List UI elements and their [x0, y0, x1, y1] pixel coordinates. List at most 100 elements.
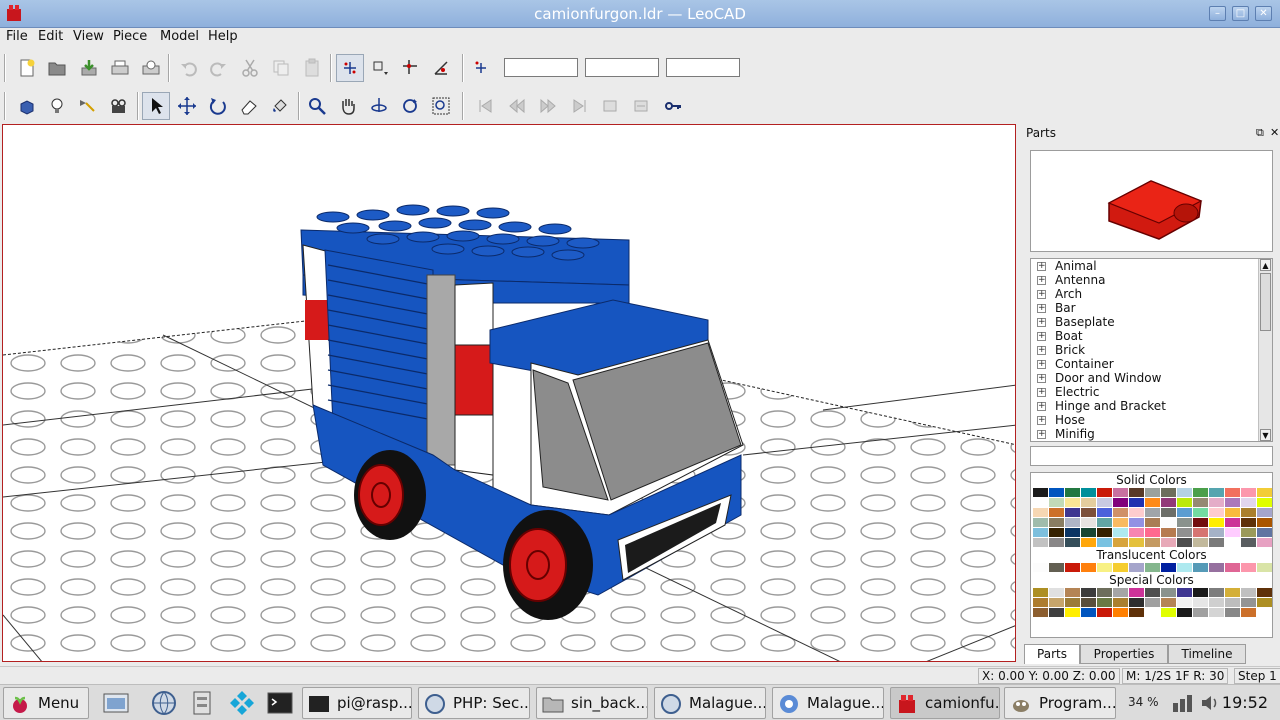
- toolbar-grip[interactable]: [4, 54, 6, 82]
- color-swatch[interactable]: [1257, 588, 1272, 597]
- color-swatch[interactable]: [1145, 498, 1160, 507]
- expand-plus-icon[interactable]: +: [1037, 304, 1046, 313]
- color-swatch[interactable]: [1193, 588, 1208, 597]
- redo-icon[interactable]: [205, 55, 231, 81]
- color-swatch[interactable]: [1257, 608, 1272, 617]
- color-swatch[interactable]: [1049, 488, 1064, 497]
- coord-y-input[interactable]: [585, 58, 659, 77]
- color-swatch[interactable]: [1209, 563, 1224, 572]
- taskbar-item-gimp[interactable]: Program...: [1004, 687, 1116, 719]
- expand-plus-icon[interactable]: +: [1037, 416, 1046, 425]
- color-swatch[interactable]: [1241, 608, 1256, 617]
- tree-item[interactable]: + Door and Window: [1031, 371, 1272, 385]
- color-swatch[interactable]: [1257, 598, 1272, 607]
- color-swatch[interactable]: [1161, 563, 1176, 572]
- snap-grid-icon[interactable]: [398, 55, 424, 81]
- expand-plus-icon[interactable]: +: [1037, 290, 1046, 299]
- snap-xy-icon[interactable]: [367, 55, 393, 81]
- color-swatch[interactable]: [1241, 508, 1256, 517]
- menu-model[interactable]: Model: [160, 29, 199, 44]
- color-swatch[interactable]: [1241, 498, 1256, 507]
- color-swatch[interactable]: [1161, 508, 1176, 517]
- color-swatch[interactable]: [1129, 598, 1144, 607]
- cut-icon[interactable]: [237, 55, 263, 81]
- color-swatch[interactable]: [1049, 508, 1064, 517]
- color-swatch[interactable]: [1257, 498, 1272, 507]
- tree-item[interactable]: + Container: [1031, 357, 1272, 371]
- zoom-icon[interactable]: [304, 93, 330, 119]
- color-swatch[interactable]: [1209, 598, 1224, 607]
- color-swatch[interactable]: [1177, 508, 1192, 517]
- color-swatch[interactable]: [1129, 528, 1144, 537]
- expand-plus-icon[interactable]: +: [1037, 262, 1046, 271]
- minimize-icon[interactable]: –: [1209, 6, 1226, 21]
- snap-angle-icon[interactable]: [429, 55, 455, 81]
- color-swatch[interactable]: [1177, 563, 1192, 572]
- color-swatch[interactable]: [1033, 538, 1048, 547]
- color-swatch[interactable]: [1065, 608, 1080, 617]
- scroll-thumb[interactable]: [1260, 273, 1271, 331]
- color-swatch[interactable]: [1049, 518, 1064, 527]
- snap-move-icon[interactable]: [336, 54, 364, 82]
- color-swatch[interactable]: [1129, 608, 1144, 617]
- archive-icon[interactable]: [188, 689, 216, 717]
- color-swatch[interactable]: [1241, 538, 1256, 547]
- color-swatch[interactable]: [1097, 488, 1112, 497]
- color-swatch[interactable]: [1209, 528, 1224, 537]
- menu-edit[interactable]: Edit: [38, 29, 63, 44]
- color-swatch[interactable]: [1145, 608, 1160, 617]
- color-swatch[interactable]: [1113, 538, 1128, 547]
- color-swatch[interactable]: [1113, 588, 1128, 597]
- color-swatch[interactable]: [1225, 508, 1240, 517]
- color-swatch[interactable]: [1081, 518, 1096, 527]
- coord-z-input[interactable]: [666, 58, 740, 77]
- color-swatch[interactable]: [1033, 563, 1048, 572]
- color-swatch[interactable]: [1193, 608, 1208, 617]
- tab-properties[interactable]: Properties: [1080, 644, 1168, 664]
- color-swatch[interactable]: [1193, 528, 1208, 537]
- color-swatch[interactable]: [1225, 518, 1240, 527]
- color-swatch[interactable]: [1209, 608, 1224, 617]
- color-swatch[interactable]: [1161, 538, 1176, 547]
- coord-x-input[interactable]: [504, 58, 578, 77]
- spotlight-icon[interactable]: [74, 93, 100, 119]
- color-swatch[interactable]: [1049, 598, 1064, 607]
- taskbar-item-folder[interactable]: sin_back...: [536, 687, 648, 719]
- save-icon[interactable]: [76, 55, 102, 81]
- zoom-region-icon[interactable]: [428, 93, 454, 119]
- parts-search-input[interactable]: [1030, 446, 1273, 466]
- color-swatch[interactable]: [1225, 598, 1240, 607]
- color-swatch[interactable]: [1193, 508, 1208, 517]
- color-swatch[interactable]: [1177, 588, 1192, 597]
- color-swatch[interactable]: [1241, 563, 1256, 572]
- rotate-view-icon[interactable]: [366, 93, 392, 119]
- color-swatch[interactable]: [1257, 538, 1272, 547]
- color-swatch[interactable]: [1257, 518, 1272, 527]
- color-swatch[interactable]: [1193, 563, 1208, 572]
- color-swatch[interactable]: [1097, 508, 1112, 517]
- tree-item[interactable]: + Baseplate: [1031, 315, 1272, 329]
- color-swatch[interactable]: [1161, 598, 1176, 607]
- color-swatch[interactable]: [1065, 563, 1080, 572]
- color-swatch[interactable]: [1257, 508, 1272, 517]
- color-swatch[interactable]: [1081, 608, 1096, 617]
- color-swatch[interactable]: [1033, 508, 1048, 517]
- terminal-icon[interactable]: [266, 689, 294, 717]
- last-step-icon[interactable]: [566, 93, 592, 119]
- color-swatch[interactable]: [1177, 598, 1192, 607]
- color-swatch[interactable]: [1049, 528, 1064, 537]
- color-swatch[interactable]: [1177, 528, 1192, 537]
- rotate-icon[interactable]: [205, 93, 231, 119]
- color-swatch[interactable]: [1065, 538, 1080, 547]
- color-swatch[interactable]: [1081, 563, 1096, 572]
- expand-plus-icon[interactable]: +: [1037, 402, 1046, 411]
- menu-piece[interactable]: Piece: [113, 29, 147, 44]
- color-swatch[interactable]: [1065, 508, 1080, 517]
- network-icon[interactable]: [1172, 693, 1194, 713]
- color-swatch[interactable]: [1097, 498, 1112, 507]
- color-swatch[interactable]: [1081, 498, 1096, 507]
- color-picker[interactable]: Solid Colors Translucent Colors Special Co…: [1030, 472, 1273, 638]
- close-panel-icon[interactable]: ✕: [1270, 126, 1279, 139]
- close-icon[interactable]: ✕: [1255, 6, 1272, 21]
- color-swatch[interactable]: [1209, 588, 1224, 597]
